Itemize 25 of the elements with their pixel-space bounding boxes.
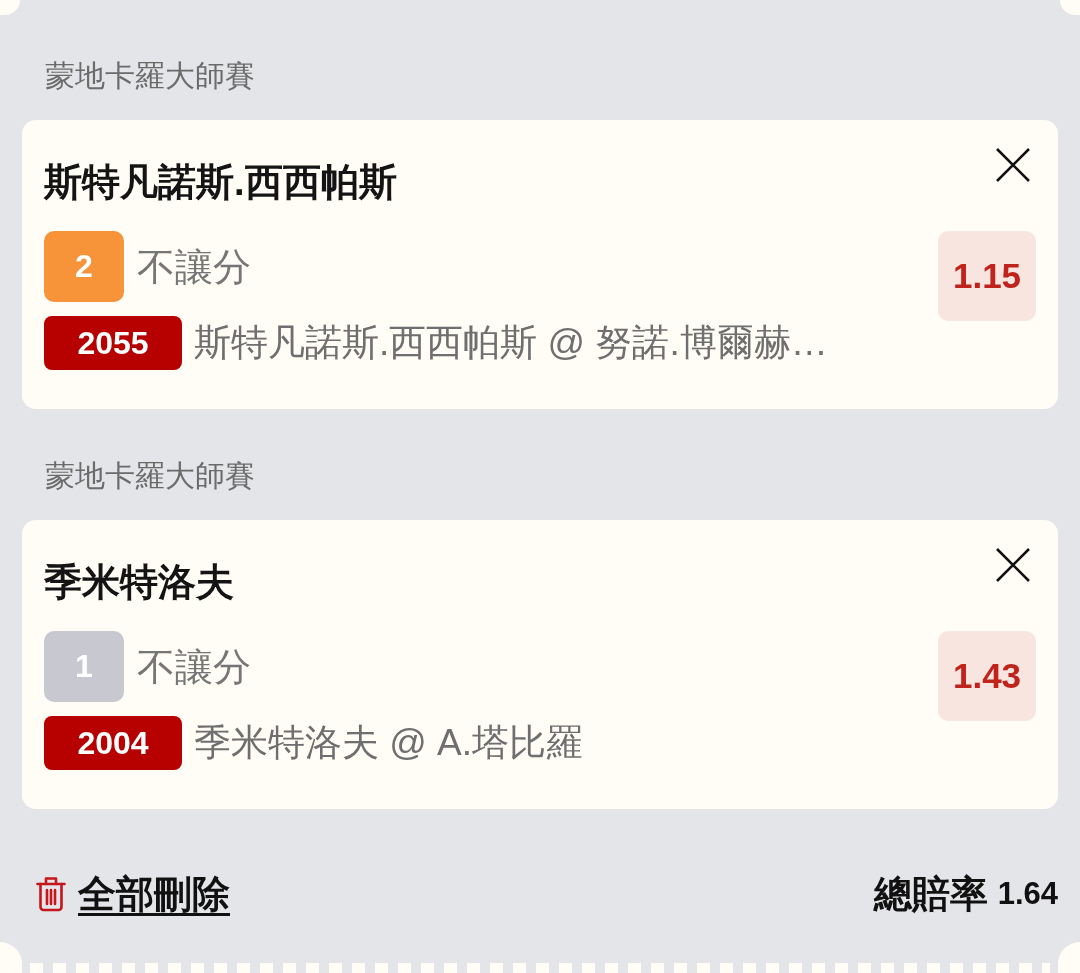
trash-icon bbox=[36, 876, 66, 912]
close-icon bbox=[995, 147, 1031, 183]
total-odds-value: 1.64 bbox=[997, 876, 1058, 912]
ticket-corner-drawing bbox=[1060, 0, 1080, 15]
selection-title: 季米特洛夫 bbox=[44, 560, 234, 604]
close-icon bbox=[995, 547, 1031, 583]
odds-value: 1.15 bbox=[938, 231, 1036, 321]
match-code-tag: 2055 bbox=[44, 316, 182, 370]
ticket-corner-drawing bbox=[1058, 942, 1080, 973]
total-odds-label: 總賠率 bbox=[873, 871, 988, 917]
match-name: 斯特凡諾斯.西西帕斯 @ 努諾.博爾赫… bbox=[194, 321, 828, 365]
match-name: 季米特洛夫 @ A.塔比羅 bbox=[194, 721, 584, 765]
market-name: 不讓分 bbox=[137, 244, 251, 290]
close-button[interactable] bbox=[995, 147, 1031, 183]
delete-all-button[interactable]: 全部刪除 bbox=[36, 868, 230, 920]
ticket-corner-drawing bbox=[0, 942, 22, 973]
selection-badge: 2 bbox=[44, 231, 124, 302]
odds-value: 1.43 bbox=[938, 631, 1036, 721]
match-code-tag: 2004 bbox=[44, 716, 182, 770]
league-name: 蒙地卡羅大師賽 bbox=[45, 58, 255, 94]
league-name: 蒙地卡羅大師賽 bbox=[45, 458, 255, 494]
ticket-corner-drawing bbox=[0, 0, 20, 15]
selection-title: 斯特凡諾斯.西西帕斯 bbox=[44, 160, 397, 204]
market-name: 不讓分 bbox=[137, 644, 251, 690]
close-button[interactable] bbox=[995, 547, 1031, 583]
